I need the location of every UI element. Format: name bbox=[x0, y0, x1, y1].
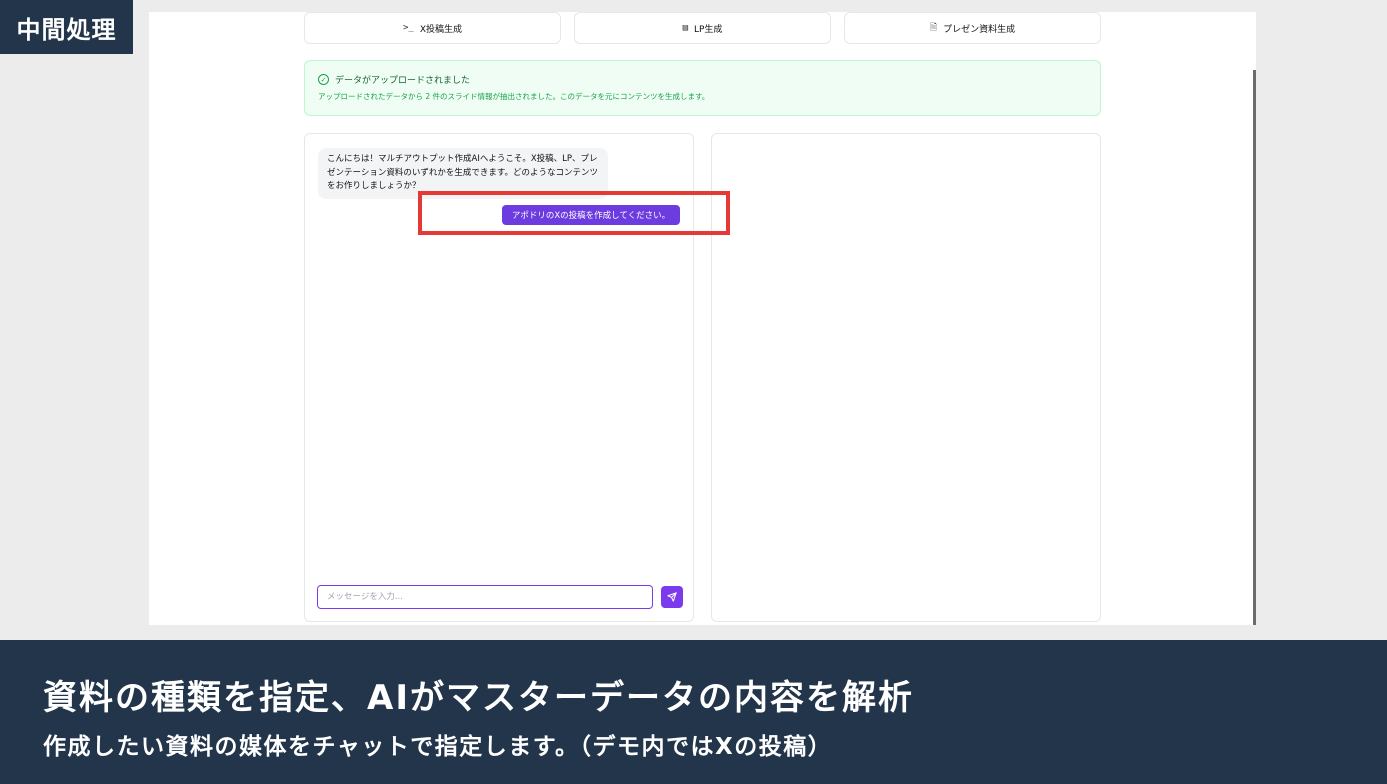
document-icon: 🗎 bbox=[929, 23, 938, 33]
upload-success-alert: ✓ データがアップロードされました アップロードされたデータから 2 件のスライ… bbox=[304, 60, 1101, 116]
tab-label: X投稿生成 bbox=[419, 24, 462, 35]
alert-description: アップロードされたデータから 2 件のスライド情報が抽出されました。このデータを… bbox=[318, 92, 710, 101]
tab-x-post[interactable]: >_ X投稿生成 bbox=[304, 12, 561, 44]
caption-subtitle: 作成したい資料の媒体をチャットで指定します。（デモ内ではXの投稿） bbox=[43, 734, 833, 760]
layout-icon: ▤ bbox=[682, 23, 688, 33]
tab-lp[interactable]: ▤ LP生成 bbox=[574, 12, 831, 44]
caption-banner: 資料の種類を指定、AIがマスターデータの内容を解析 作成したい資料の媒体をチャッ… bbox=[0, 640, 1387, 784]
send-button[interactable] bbox=[661, 586, 683, 608]
app-window: >_ X投稿生成 ▤ LP生成 🗎 プレゼン資料生成 ✓ データがアップロードさ… bbox=[149, 12, 1256, 625]
highlight-annotation-box bbox=[418, 191, 730, 235]
section-label: 中間処理 bbox=[0, 0, 133, 54]
caption-title: 資料の種類を指定、AIがマスターデータの内容を解析 bbox=[43, 678, 914, 718]
tab-presentation[interactable]: 🗎 プレゼン資料生成 bbox=[844, 12, 1101, 44]
terminal-icon: >_ bbox=[402, 23, 414, 33]
output-type-tabs: >_ X投稿生成 ▤ LP生成 🗎 プレゼン資料生成 bbox=[304, 12, 1101, 44]
chat-input-row bbox=[317, 585, 683, 609]
tab-label: プレゼン資料生成 bbox=[943, 24, 1016, 35]
preview-panel bbox=[711, 133, 1101, 622]
tab-label: LP生成 bbox=[693, 24, 723, 35]
scrollbar[interactable] bbox=[1253, 70, 1256, 625]
send-icon bbox=[667, 592, 677, 602]
message-input[interactable] bbox=[317, 585, 653, 609]
alert-title: データがアップロードされました bbox=[335, 76, 471, 86]
check-circle-icon: ✓ bbox=[318, 74, 329, 85]
